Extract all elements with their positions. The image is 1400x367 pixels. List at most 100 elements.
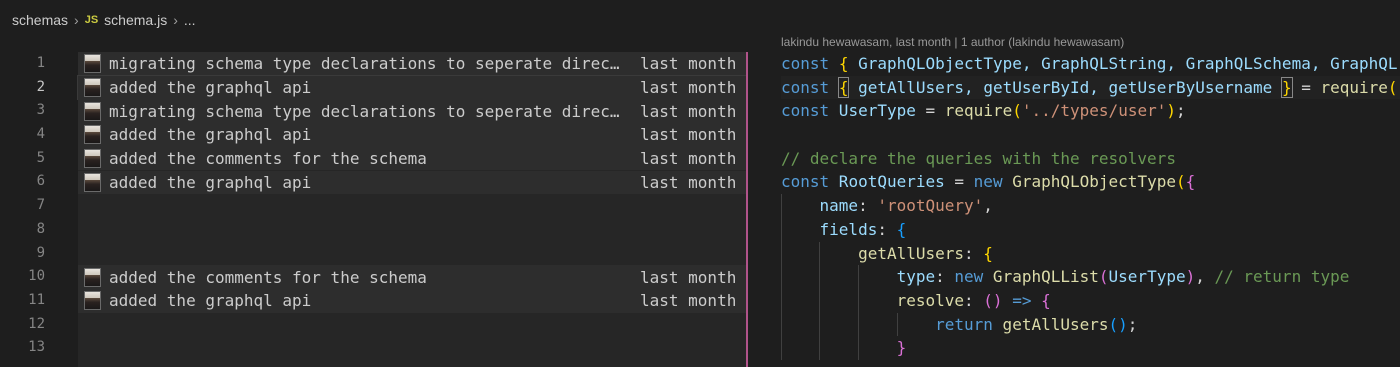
chevron-right-icon: › <box>74 12 79 28</box>
code-line: name: 'rootQuery', <box>781 194 1400 218</box>
line-number: 10 <box>28 268 45 285</box>
indent-guide <box>858 312 859 337</box>
token-punct: ; <box>1176 101 1186 121</box>
token-operator: = <box>915 101 945 121</box>
token-identifier: UserType <box>1108 267 1186 287</box>
token-bracket: { <box>838 54 849 73</box>
commit-message: added the comments for the schema <box>109 267 427 287</box>
indent-guide <box>858 336 859 360</box>
token-keyword: new <box>954 267 984 287</box>
token-bracket: ) <box>1185 267 1196 287</box>
blame-entry[interactable]: added the graphql api last month <box>78 289 746 313</box>
token-identifier: RootQueries <box>829 172 945 192</box>
blame-entry[interactable]: added the graphql api last month <box>78 123 746 147</box>
blame-entry[interactable]: added the graphql api last month <box>77 74 747 101</box>
token-punct: : <box>964 243 984 263</box>
token-keyword: const <box>781 54 830 73</box>
code-line: } <box>781 336 1400 360</box>
token-operator: = <box>944 172 974 192</box>
blame-entry[interactable]: added the comments for the schema last m… <box>78 146 746 171</box>
token-arrow: => <box>1002 290 1042 310</box>
blame-entry[interactable]: added the graphql api last month <box>78 170 746 195</box>
token-bracket: { <box>896 219 907 239</box>
token-punct: : <box>935 267 955 287</box>
token-string: '../types/user' <box>1021 101 1167 121</box>
token-property: fields <box>819 219 878 239</box>
token-method: resolve <box>896 290 965 310</box>
indent-guide <box>819 241 820 266</box>
code-line: const UserType = require('../types/user'… <box>781 99 1400 123</box>
code-line: const RootQueries = new GraphQLObjectTyp… <box>781 170 1400 194</box>
blame-entry[interactable]: migrating schema type declarations to se… <box>78 99 746 124</box>
token-class: GraphQLList <box>983 267 1099 287</box>
line-number: 9 <box>36 244 45 261</box>
indent-guide <box>897 312 898 337</box>
token-bracket: ( <box>1387 77 1398 97</box>
commit-date: last month <box>640 291 737 311</box>
token-bracket: ( <box>1175 172 1186 192</box>
breadcrumb-file[interactable]: schema.js <box>104 12 167 28</box>
token-keyword: new <box>973 172 1003 192</box>
author-avatar <box>84 291 101 311</box>
commit-date: last month <box>640 78 737 98</box>
token-string: 'rootQuery' <box>877 196 984 216</box>
indent-guide <box>781 312 782 337</box>
line-number: 1 <box>36 55 45 71</box>
token-comment: // return type <box>1214 267 1350 287</box>
token-punct: , <box>983 196 993 216</box>
token-punct: : <box>877 219 897 239</box>
token-bracket: { <box>1185 172 1196 192</box>
token-function: require <box>1320 77 1388 97</box>
indent-guide <box>781 241 782 266</box>
token-operator: = <box>1291 77 1321 97</box>
commit-date: last month <box>640 149 737 169</box>
token-bracket: ) <box>1166 101 1176 121</box>
token-method: getAllUsers <box>858 243 965 263</box>
author-avatar <box>84 267 101 287</box>
codelens-authors[interactable]: lakindu hewawasam, last month | 1 author… <box>781 35 1124 49</box>
author-avatar <box>84 149 101 169</box>
line-number: 3 <box>36 102 45 119</box>
breadcrumb-folder[interactable]: schemas <box>12 12 68 28</box>
indent-guide <box>781 336 782 360</box>
commit-message: migrating schema type declarations to se… <box>109 101 629 121</box>
author-avatar <box>84 101 101 121</box>
token-bracket: ( <box>1012 101 1022 121</box>
commit-message: added the graphql api <box>109 125 312 145</box>
token-bracket: } <box>896 338 907 358</box>
token-identifiers: getAllUsers, getUserById, getUserByUsern… <box>848 77 1282 97</box>
code-line: resolve: () => { <box>781 288 1400 313</box>
code-editor[interactable]: const { GraphQLObjectType, GraphQLString… <box>781 52 1400 360</box>
blame-entry[interactable]: migrating schema type declarations to se… <box>78 52 746 76</box>
indent-guide <box>858 265 859 289</box>
commit-date: last month <box>640 172 737 192</box>
indent-guide <box>781 265 782 289</box>
line-number: 4 <box>36 126 45 143</box>
blame-divider[interactable] <box>746 52 748 367</box>
token-punct: : <box>858 196 878 216</box>
line-number-active: 2 <box>36 78 45 95</box>
author-avatar <box>84 125 101 145</box>
token-keyword: return <box>935 314 993 334</box>
token-bracket: } <box>1280 76 1293 98</box>
code-line: type: new GraphQLList(UserType), // retu… <box>781 265 1400 289</box>
token-function: getAllUsers <box>992 314 1109 334</box>
breadcrumb-more[interactable]: ... <box>184 12 196 28</box>
commit-message: added the graphql api <box>109 291 312 311</box>
token-punct: ; <box>1127 314 1138 334</box>
token-bracket: { <box>983 243 993 263</box>
indent-guide <box>819 265 820 289</box>
token-identifier: UserType <box>829 101 916 121</box>
git-blame-panel: migrating schema type declarations to se… <box>77 52 747 367</box>
line-number: 6 <box>36 173 45 190</box>
commit-date: last month <box>640 101 737 121</box>
commit-message: added the graphql api <box>109 172 312 192</box>
token-property: type <box>896 267 936 287</box>
code-line-current: const { getAllUsers, getUserById, getUse… <box>781 75 1400 100</box>
blame-entry[interactable]: added the comments for the schema last m… <box>78 265 746 289</box>
indent-guide <box>819 336 820 360</box>
line-number-gutter: 1 2 3 4 5 6 7 8 9 10 11 12 13 <box>0 52 60 360</box>
token-keyword: const <box>781 101 830 121</box>
commit-message: migrating schema type declarations to se… <box>109 54 629 74</box>
